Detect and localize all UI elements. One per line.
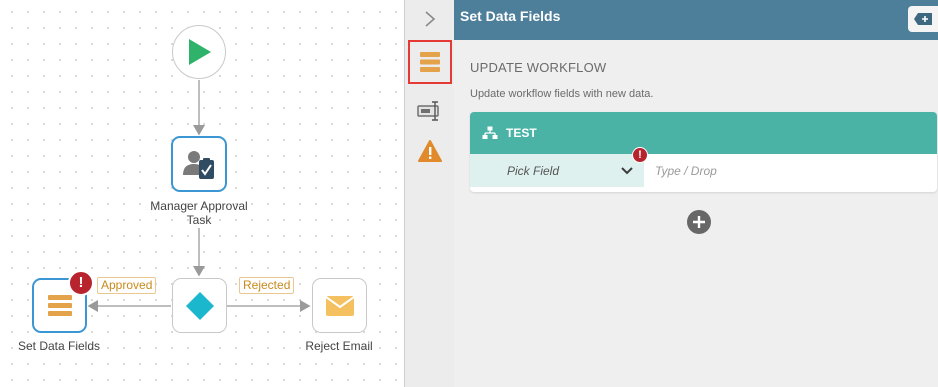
section-description: Update workflow fields with new data. [470,88,654,100]
envelope-icon [324,295,355,316]
properties-panel: Set Data Fields UPDATE WORKFLOW Update w… [454,0,938,387]
chevron-right-icon [425,11,436,27]
plus-circle-icon [693,216,705,228]
edge-label-approved[interactable]: Approved [97,277,157,294]
workflow-tree-icon [482,126,498,139]
tool-form-field[interactable] [408,98,452,124]
pick-field-error-badge[interactable]: ! [632,147,648,163]
manager-approval-label-line1: Manager Approval [150,199,248,213]
tool-warnings[interactable] [408,136,452,166]
add-field-button[interactable] [687,210,711,234]
tool-strip [404,0,455,387]
panel-title: Set Data Fields [460,8,561,24]
pick-field-dropdown[interactable]: Pick Field [470,154,644,187]
collapse-panel-button[interactable] [408,6,452,32]
add-tag-button[interactable] [908,6,938,32]
warning-icon [418,140,442,162]
data-fields-icon [47,294,72,316]
card-header[interactable]: TEST [470,112,937,154]
manager-approval-label: Manager Approval Task [144,199,254,227]
tool-set-data-fields[interactable] [408,40,452,84]
manager-approval-label-line2: Task [186,213,212,227]
reject-email-label: Reject Email [305,339,373,353]
panel-header: Set Data Fields [454,0,938,40]
decision-node[interactable] [172,278,227,333]
edge-label-rejected[interactable]: Rejected [239,277,295,294]
set-data-fields-error-badge[interactable]: ! [68,270,94,296]
set-data-fields-label: Set Data Fields [17,339,101,353]
section-title: UPDATE WORKFLOW [470,60,607,75]
data-fields-icon [420,52,440,72]
start-node[interactable] [172,25,226,79]
user-approval-icon [183,151,214,179]
chevron-down-icon [621,167,633,175]
pick-field-label: Pick Field [507,164,560,178]
play-icon [189,39,211,65]
card-title: TEST [506,126,537,140]
workflow-canvas[interactable]: Manager Approval Task ! Set Data Fields … [0,0,404,387]
add-tag-icon [914,13,932,25]
field-mapping-card: TEST Pick Field ! [470,112,937,192]
diamond-icon [185,291,214,320]
form-field-icon [417,101,439,121]
reject-email-node[interactable] [312,278,367,333]
value-input[interactable] [644,154,937,187]
manager-approval-task-node[interactable] [171,136,227,192]
